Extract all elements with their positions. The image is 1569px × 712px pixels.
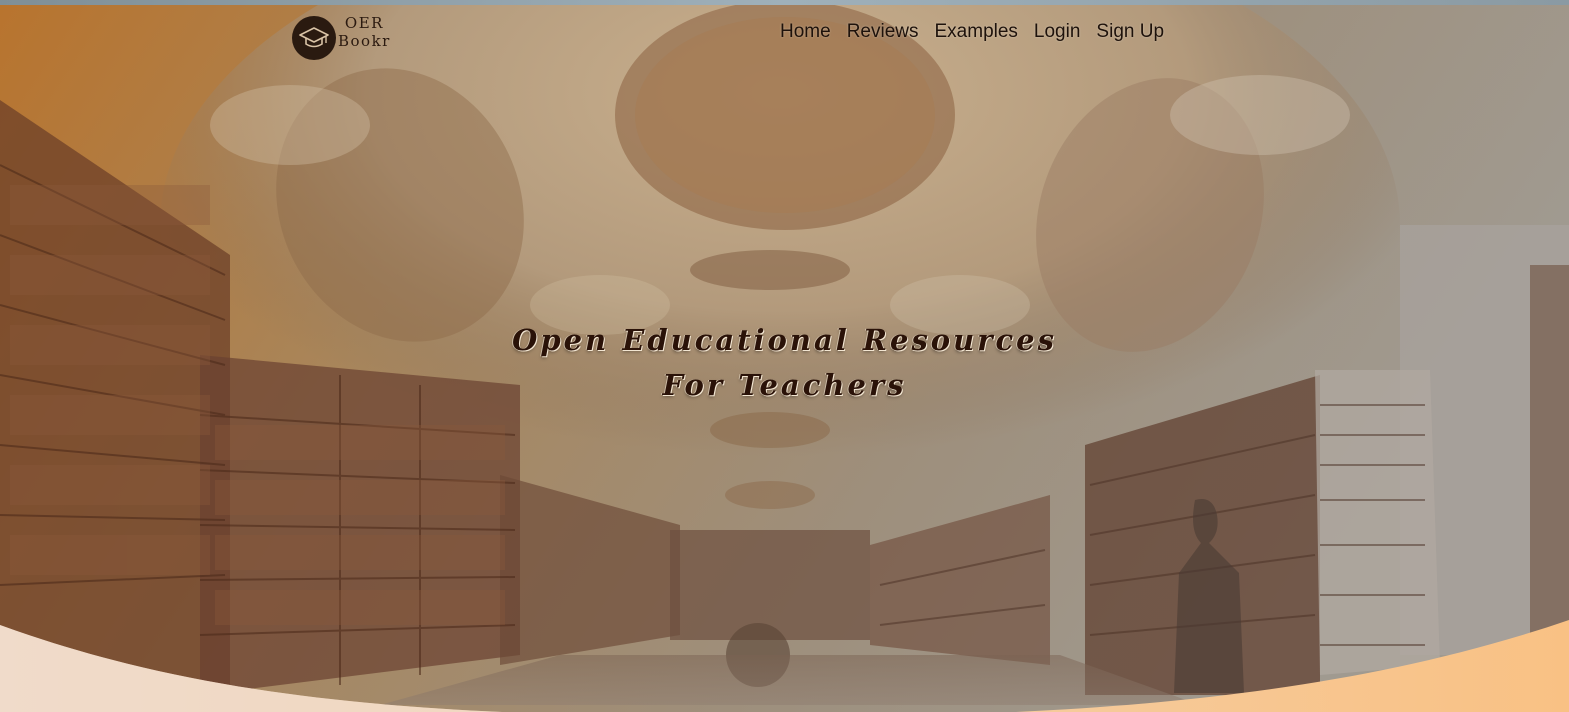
brand-name: OER Bookr [338,14,391,50]
headline-line-1: Open Educational Resources [512,323,1057,357]
main-nav: Home Reviews Examples Login Sign Up [780,21,1164,43]
nav-login-link[interactable]: Login [1034,21,1081,43]
brand-line-1: OER [344,14,384,32]
brand-logo[interactable]: OER Bookr [292,11,422,61]
headline-line-2: For Teachers [662,368,907,402]
nav-reviews-link[interactable]: Reviews [847,21,919,43]
hero-headline: Open Educational Resources For Teachers [0,318,1569,408]
nav-signup-link[interactable]: Sign Up [1096,21,1164,43]
hero-section: OER Bookr Home Reviews Examples Login Si… [0,5,1569,712]
brand-line-2: Bookr [338,32,391,50]
nav-home-link[interactable]: Home [780,21,831,43]
graduation-cap-icon [299,27,329,48]
logo-badge [292,16,336,60]
nav-examples-link[interactable]: Examples [935,21,1018,43]
